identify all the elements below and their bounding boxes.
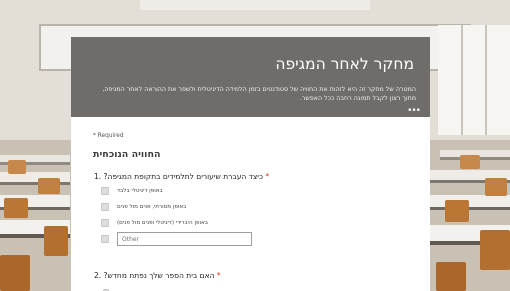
option-digital-only[interactable]: באופן דיגיטלי בלבד bbox=[101, 186, 163, 196]
option-label: באופן מסורתי, פנים מול פנים bbox=[117, 204, 187, 210]
checkbox[interactable] bbox=[101, 187, 109, 195]
question-1: 1. כיצד העברת שיעורים לתלמידים בתקופת המ… bbox=[94, 172, 269, 181]
required-note: * Required bbox=[93, 133, 124, 139]
option-face-to-face[interactable]: באופן מסורתי, פנים מול פנים bbox=[101, 202, 186, 212]
form-body-card: * Required החוויה הנוכחית 1. כיצד העברת … bbox=[71, 117, 430, 291]
required-mark: * bbox=[216, 271, 221, 280]
checkbox[interactable] bbox=[101, 203, 109, 211]
question-text: האם בית הספר שלך נפתח מחדש? bbox=[103, 271, 215, 280]
form-description: המטרה של מחקר זה היא לזהות את החוויה של … bbox=[102, 86, 416, 102]
option-label: באופן דיגיטלי בלבד bbox=[117, 188, 163, 194]
question-number: 2. bbox=[94, 271, 102, 280]
question-text: כיצד העברת שיעורים לתלמידים בתקופת המגיפ… bbox=[103, 172, 263, 181]
form-header-card: מחקר לאחר המגיפה המטרה של מחקר זה היא לז… bbox=[71, 37, 430, 117]
option-label: באופן היברידי (דיגיטלי ופנים מול פנים) bbox=[117, 220, 208, 226]
checkbox[interactable] bbox=[101, 219, 109, 227]
question-2: 2. האם בית הספר שלך נפתח מחדש? * bbox=[94, 271, 221, 280]
checkbox[interactable] bbox=[101, 235, 109, 243]
more-icon[interactable]: ••• bbox=[407, 107, 421, 116]
required-mark: * bbox=[265, 172, 270, 181]
section-title: החוויה הנוכחית bbox=[93, 149, 161, 160]
question-number: 1. bbox=[94, 172, 102, 181]
option-other[interactable] bbox=[101, 231, 252, 247]
other-input[interactable] bbox=[117, 232, 252, 246]
form-title: מחקר לאחר המגיפה bbox=[275, 55, 414, 73]
option-hybrid[interactable]: באופן היברידי (דיגיטלי ופנים מול פנים) bbox=[101, 218, 208, 228]
